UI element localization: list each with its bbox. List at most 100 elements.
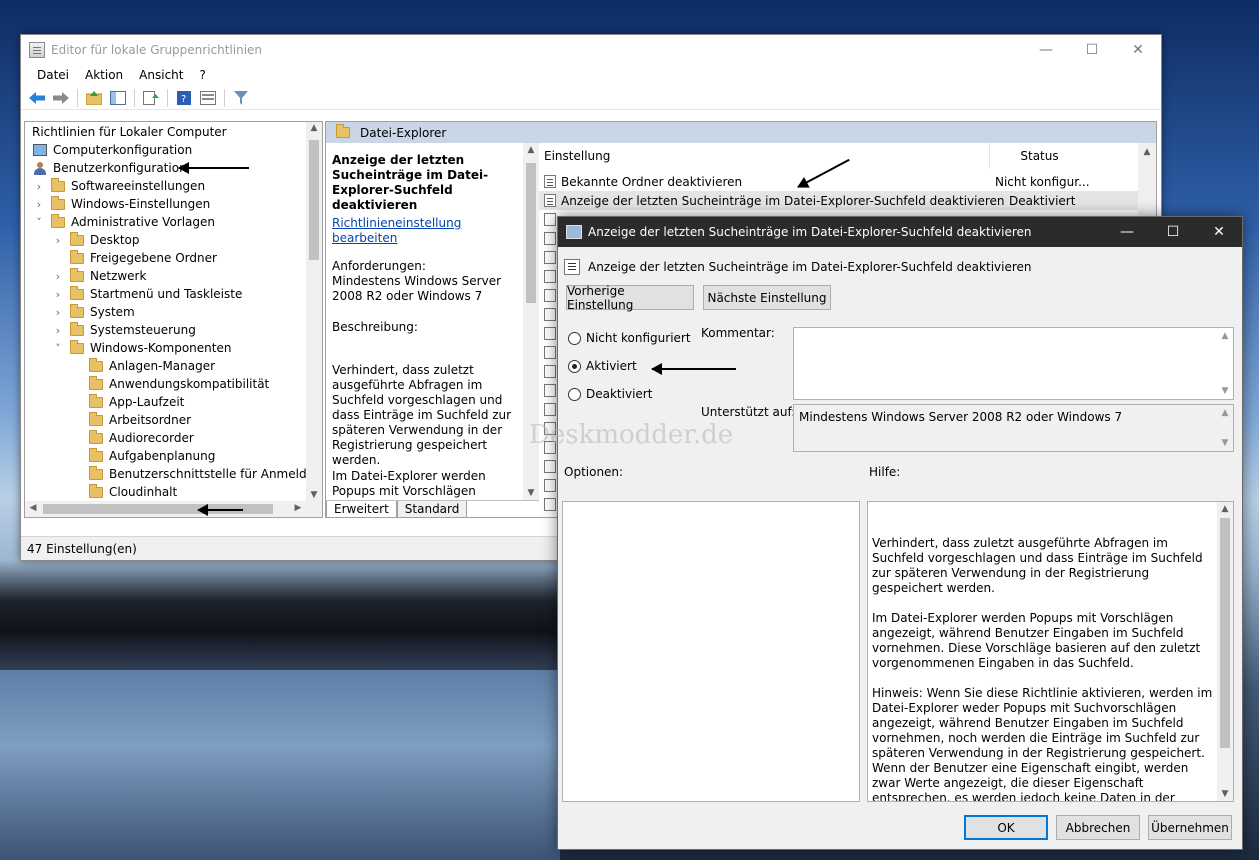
- scroll-thumb[interactable]: [526, 163, 536, 303]
- radio-disabled[interactable]: Deaktiviert: [568, 387, 652, 401]
- scroll-down-icon[interactable]: ▼: [306, 490, 322, 500]
- scroll-thumb[interactable]: [309, 140, 319, 260]
- menu-bar: Datei Aktion Ansicht ?: [21, 64, 1161, 86]
- filter-icon[interactable]: [231, 88, 251, 108]
- comment-textarea[interactable]: ▲ ▼: [793, 327, 1234, 400]
- chevron-right-icon[interactable]: ›: [52, 324, 64, 337]
- help-paragraph-3: Hinweis: Wenn Sie diese Richtlinie aktiv…: [872, 686, 1213, 802]
- description-paragraph-2: Im Datei-Explorer werden Popups mit Vors…: [332, 469, 509, 500]
- computer-icon: [33, 144, 47, 156]
- supported-label: Unterstützt auf:: [701, 405, 796, 419]
- scroll-up-icon[interactable]: ▲: [1217, 331, 1233, 341]
- tree-horizontal-scrollbar[interactable]: ◀ ▶: [25, 501, 306, 517]
- svg-text:?: ?: [181, 94, 186, 105]
- tree-item[interactable]: › Softwareeinstellungen: [33, 177, 205, 195]
- tab-standard[interactable]: Standard: [396, 501, 468, 517]
- chevron-down-icon[interactable]: ˅: [52, 342, 64, 355]
- dialog-title: Anzeige der letzten Sucheinträge im Date…: [588, 225, 1032, 239]
- scroll-down-icon[interactable]: ▼: [1217, 386, 1233, 396]
- tree-item[interactable]: Benutzerschnittstelle für Anmeldeinfo: [71, 465, 306, 483]
- scroll-thumb[interactable]: [1220, 518, 1230, 748]
- next-setting-button[interactable]: Nächste Einstellung: [703, 285, 831, 310]
- tree-item[interactable]: › System: [52, 303, 135, 321]
- tree-item[interactable]: ˅ Windows-Komponenten: [52, 339, 231, 357]
- close-button[interactable]: ✕: [1196, 217, 1242, 246]
- export-list-icon[interactable]: [141, 88, 161, 108]
- menu-aktion[interactable]: Aktion: [77, 68, 131, 82]
- scroll-up-icon[interactable]: ▲: [1217, 408, 1233, 418]
- help-icon[interactable]: ?: [174, 88, 194, 108]
- radio-circle[interactable]: [568, 387, 581, 401]
- minimize-button[interactable]: —: [1023, 35, 1069, 64]
- scroll-down-icon[interactable]: ▼: [1217, 438, 1233, 448]
- tree-item[interactable]: Cloudinhalt: [71, 483, 177, 501]
- menu-help[interactable]: ?: [191, 68, 213, 82]
- tab-erweitert[interactable]: Erweitert: [326, 501, 397, 517]
- tree-item[interactable]: Arbeitsordner: [71, 411, 191, 429]
- tree-item[interactable]: Freigegebene Ordner: [52, 249, 217, 267]
- tree-item-label: App-Laufzeit: [109, 395, 185, 409]
- edit-policy-link[interactable]: Richtlinieneinstellung bearbeiten: [332, 216, 461, 245]
- apply-button[interactable]: Übernehmen: [1148, 815, 1232, 840]
- scroll-up-icon[interactable]: ▲: [1139, 147, 1155, 157]
- tree-item[interactable]: Audiorecorder: [71, 429, 194, 447]
- column-status[interactable]: Status: [989, 143, 1089, 169]
- ok-button[interactable]: OK: [964, 815, 1048, 840]
- supported-on-field: Mindestens Windows Server 2008 R2 oder W…: [793, 404, 1234, 452]
- previous-setting-button[interactable]: Vorherige Einstellung: [566, 284, 694, 312]
- maximize-button[interactable]: ☐: [1150, 217, 1196, 246]
- tree-item[interactable]: Anlagen-Manager: [71, 357, 215, 375]
- chevron-right-icon[interactable]: ›: [33, 180, 45, 193]
- forward-arrow-icon[interactable]: [51, 88, 71, 108]
- list-row[interactable]: Bekannte Ordner deaktivieren Nicht konfi…: [539, 172, 1138, 191]
- maximize-button[interactable]: ☐: [1069, 35, 1115, 64]
- menu-datei[interactable]: Datei: [29, 68, 77, 82]
- scroll-up-icon[interactable]: ▲: [306, 123, 322, 133]
- tree-item[interactable]: Anwendungskompatibilität: [71, 375, 269, 393]
- desc-title: Anzeige der letzten Sucheinträge im Date…: [332, 153, 489, 212]
- chevron-right-icon[interactable]: ›: [52, 306, 64, 319]
- cancel-button[interactable]: Abbrechen: [1056, 815, 1140, 840]
- radio-not-configured[interactable]: Nicht konfiguriert: [568, 331, 691, 345]
- up-folder-icon[interactable]: [84, 88, 104, 108]
- scroll-down-icon[interactable]: ▼: [523, 488, 539, 498]
- chevron-right-icon[interactable]: ›: [33, 198, 45, 211]
- tree-item[interactable]: › Systemsteuerung: [52, 321, 196, 339]
- scroll-up-icon[interactable]: ▲: [1217, 504, 1233, 514]
- minimize-button[interactable]: —: [1104, 217, 1150, 246]
- scroll-left-icon[interactable]: ◀: [25, 503, 41, 513]
- tree-item[interactable]: App-Laufzeit: [71, 393, 184, 411]
- radio-enabled[interactable]: Aktiviert: [568, 359, 637, 373]
- scroll-up-icon[interactable]: ▲: [523, 145, 539, 155]
- show-hide-tree-icon[interactable]: [108, 88, 128, 108]
- folder-icon: [70, 285, 84, 300]
- list-row-selected[interactable]: Anzeige der letzten Sucheinträge im Date…: [539, 191, 1138, 210]
- description-paragraph-1: Verhindert, dass zuletzt ausgeführte Abf…: [332, 363, 512, 467]
- tree-root[interactable]: Richtlinien für Lokaler Computer: [32, 123, 227, 141]
- tree-item[interactable]: › Windows-Einstellungen: [33, 195, 210, 213]
- column-setting[interactable]: Einstellung: [544, 149, 610, 163]
- chevron-down-icon[interactable]: ˅: [33, 216, 45, 229]
- tree-item[interactable]: Aufgabenplanung: [71, 447, 215, 465]
- radio-circle-checked[interactable]: [568, 359, 581, 373]
- tree-item[interactable]: Benutzerkonfiguration: [25, 159, 187, 177]
- tree-item[interactable]: › Netzwerk: [52, 267, 146, 285]
- tree-vertical-scrollbar[interactable]: ▲ ▼: [306, 122, 322, 501]
- chevron-right-icon[interactable]: ›: [52, 270, 64, 283]
- radio-circle[interactable]: [568, 331, 581, 345]
- back-arrow-icon[interactable]: [27, 88, 47, 108]
- chevron-right-icon[interactable]: ›: [52, 288, 64, 301]
- tree-item[interactable]: Computerkonfiguration: [25, 141, 192, 159]
- tree-item[interactable]: ˅ Administrative Vorlagen: [33, 213, 215, 231]
- menu-ansicht[interactable]: Ansicht: [131, 68, 191, 82]
- help-scrollbar[interactable]: ▲ ▼: [1217, 502, 1233, 801]
- tree-item-label: Audiorecorder: [109, 431, 194, 445]
- chevron-right-icon[interactable]: ›: [52, 234, 64, 247]
- tree-item[interactable]: › Desktop: [52, 231, 140, 249]
- scroll-right-icon[interactable]: ▶: [290, 503, 306, 513]
- tree-item[interactable]: › Startmenü und Taskleiste: [52, 285, 242, 303]
- close-button[interactable]: ✕: [1115, 35, 1161, 64]
- properties-icon[interactable]: [198, 88, 218, 108]
- policy-dialog: Anzeige der letzten Sucheinträge im Date…: [557, 216, 1243, 850]
- scroll-down-icon[interactable]: ▼: [1217, 789, 1233, 799]
